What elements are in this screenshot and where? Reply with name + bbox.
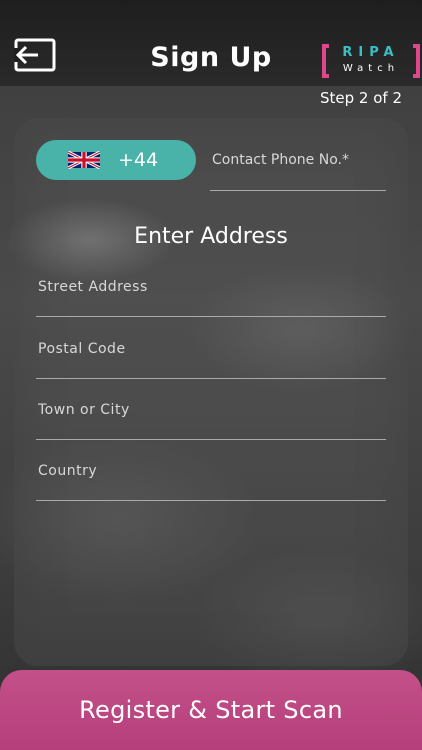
country-field — [36, 460, 390, 501]
town-city-input[interactable] — [36, 401, 390, 419]
ripa-watch-logo: RIPA Watch — [322, 44, 420, 80]
phone-field — [210, 140, 390, 191]
postal-code-field — [36, 338, 390, 379]
street-address-input[interactable] — [36, 278, 390, 296]
register-start-scan-button[interactable]: Register & Start Scan — [0, 670, 422, 750]
form-panel — [14, 118, 408, 666]
phone-input[interactable] — [210, 151, 390, 169]
step-indicator: Step 2 of 2 — [319, 89, 402, 107]
address-section-title: Enter Address — [134, 224, 288, 249]
country-code-selector[interactable]: +44 — [36, 140, 196, 180]
logo-bracket-right — [413, 44, 420, 78]
street-address-field — [36, 276, 390, 317]
dial-code: +44 — [118, 149, 159, 171]
town-city-field — [36, 399, 390, 440]
uk-flag-icon — [68, 151, 100, 169]
logo-bottom-text: Watch — [342, 63, 400, 74]
postal-code-input[interactable] — [36, 340, 390, 358]
logo-top-text: RIPA — [342, 45, 400, 60]
logo-bracket-left — [322, 44, 329, 78]
country-input[interactable] — [36, 462, 390, 480]
